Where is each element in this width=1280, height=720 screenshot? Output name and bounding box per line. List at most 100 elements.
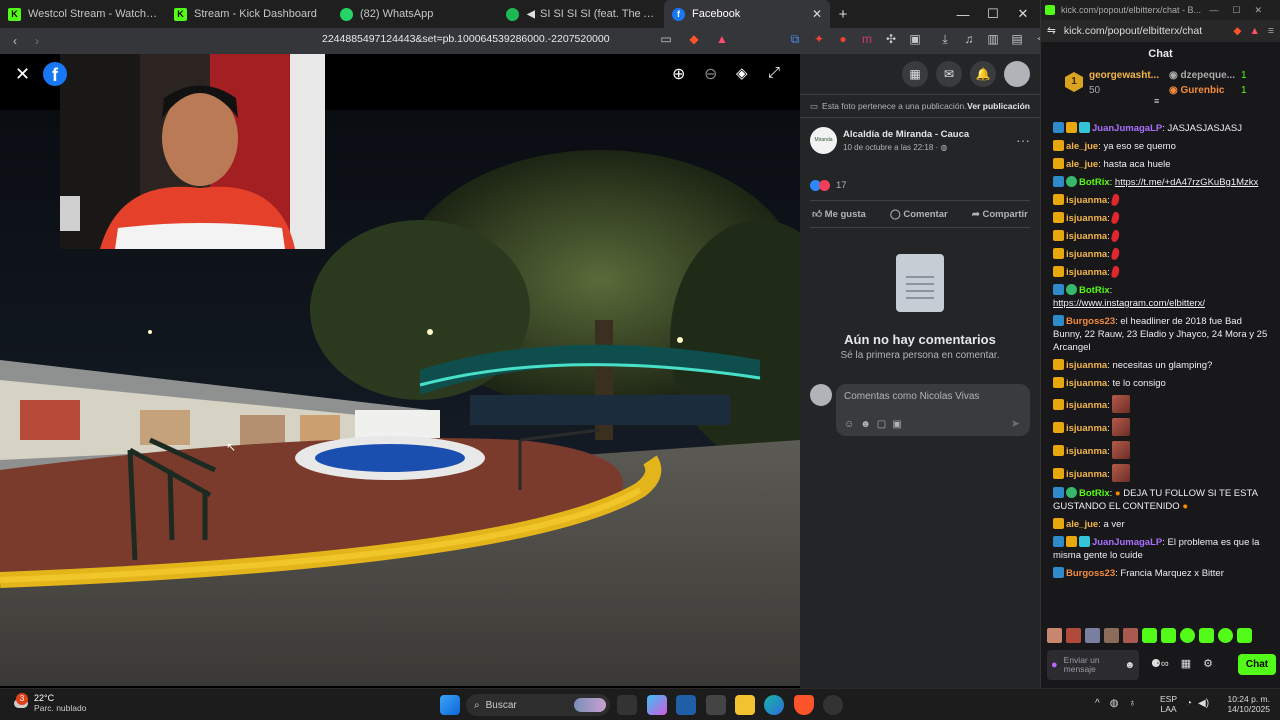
store-icon[interactable]: ▦	[1181, 657, 1191, 670]
chat-username[interactable]: JuanJumagaLP	[1092, 123, 1162, 134]
reactions-row[interactable]: 17	[800, 170, 1040, 200]
task-view-icon[interactable]	[617, 695, 637, 715]
zoom-in-icon[interactable]: ⊕	[672, 64, 692, 84]
chat-username[interactable]: isjuanma	[1066, 400, 1107, 411]
weather-widget[interactable]: 3 22°C Parc. nublado	[10, 693, 86, 713]
tab-facebook[interactable]: f Facebook ✕	[664, 0, 830, 28]
edge-icon[interactable]	[764, 695, 784, 715]
brave-rewards-icon[interactable]: ▲	[1249, 25, 1259, 37]
filter-icon[interactable]: ≡	[1154, 96, 1159, 106]
tab-spotify[interactable]: ◀ SI SI SI SI (feat. The Academy: Se	[498, 0, 664, 28]
profile-avatar[interactable]	[1004, 61, 1030, 87]
close-window-icon[interactable]: ✕	[1008, 6, 1038, 22]
messenger-icon[interactable]: ✉	[936, 61, 962, 87]
extension-icon[interactable]: m	[856, 32, 878, 47]
copilot-icon[interactable]	[647, 695, 667, 715]
fullscreen-icon[interactable]: ⤢	[768, 64, 788, 84]
new-tab-button[interactable]: +	[830, 0, 856, 28]
chat-username[interactable]: BotRix	[1079, 285, 1110, 296]
chat-username[interactable]: isjuanma	[1066, 249, 1107, 260]
page-avatar[interactable]: Miranda	[810, 126, 837, 154]
chat-username[interactable]: ale_jue	[1066, 141, 1098, 152]
chat-username[interactable]: ale_jue	[1066, 519, 1098, 530]
chat-username[interactable]: isjuanma	[1066, 267, 1107, 278]
post-date[interactable]: 10 de octubre a las 22:18 ·	[843, 143, 938, 152]
kick-emote-icon[interactable]	[1180, 628, 1195, 643]
chat-link[interactable]: https://t.me/+dA47rzGKuBg1Mzkx	[1115, 177, 1258, 188]
reader-icon[interactable]: ▣	[904, 32, 926, 47]
brave-shield-icon[interactable]: ◆	[1233, 25, 1241, 37]
chevron-up-icon[interactable]: ^	[1095, 698, 1100, 709]
menu-grid-icon[interactable]: ▦	[902, 61, 928, 87]
emote-icon[interactable]	[1104, 628, 1119, 643]
avatar-sticker-icon[interactable]: ☺	[844, 419, 854, 430]
microphone-icon[interactable]: ●	[1051, 659, 1058, 671]
chat-username[interactable]: isjuanma	[1066, 469, 1107, 480]
tab-kick-dashboard[interactable]: K Stream - Kick Dashboard	[166, 0, 332, 28]
popout-url[interactable]: kick.com/popout/elbitterx/chat	[1064, 25, 1202, 37]
leader-name[interactable]: georgewasht...	[1089, 70, 1159, 81]
emote-icon[interactable]	[1123, 628, 1138, 643]
kick-emote-icon[interactable]	[1237, 628, 1252, 643]
emote-icon[interactable]	[1047, 628, 1062, 643]
maximize-icon[interactable]: ☐	[978, 6, 1008, 22]
music-icon[interactable]: ♫	[958, 32, 980, 47]
send-chat-button[interactable]: Chat	[1238, 654, 1276, 675]
kick-emote-icon[interactable]	[1142, 628, 1157, 643]
chat-username[interactable]: isjuanma	[1066, 213, 1107, 224]
facebook-logo-icon[interactable]: f	[43, 62, 67, 86]
store-icon[interactable]	[676, 695, 696, 715]
more-options-icon[interactable]: ···	[1016, 132, 1030, 148]
close-viewer-icon[interactable]: ✕	[15, 64, 30, 85]
kick-emote-icon[interactable]	[1161, 628, 1176, 643]
tag-icon[interactable]: ◈	[736, 64, 756, 84]
gif-icon[interactable]: ▢	[877, 419, 886, 430]
leader-entry[interactable]: ◉ dzepeque...	[1169, 70, 1235, 81]
comment-button[interactable]: ◯ Comentar	[890, 209, 948, 220]
volume-icon[interactable]: ◀)	[1198, 698, 1209, 709]
speaker-icon[interactable]: ◀	[526, 8, 536, 21]
chat-username[interactable]: isjuanma	[1066, 378, 1107, 389]
microphone-icon[interactable]: ♁	[1128, 698, 1136, 709]
translate-icon[interactable]: ⧉	[784, 32, 806, 47]
chat-username[interactable]: JuanJumagaLP	[1092, 537, 1162, 548]
file-explorer-icon[interactable]	[735, 695, 755, 715]
taskbar-search[interactable]: ⌕ Buscar	[466, 694, 610, 716]
emote-icon[interactable]	[1066, 628, 1081, 643]
comment-input[interactable]: Comentas como Nicolas Vivas ☺ ☻ ▢ ▣ ➤	[836, 384, 1030, 436]
message-input[interactable]: ● Enviar un mensaje ☻	[1047, 650, 1139, 680]
emoji-icon[interactable]: ☻	[860, 419, 871, 430]
chat-username[interactable]: BotRix	[1079, 488, 1110, 499]
cast-icon[interactable]: ▭	[655, 32, 677, 46]
chat-username[interactable]: isjuanma	[1066, 360, 1107, 371]
obs-icon[interactable]	[823, 695, 843, 715]
forward-icon[interactable]: ›	[26, 34, 48, 48]
kick-emote-icon[interactable]	[1199, 628, 1214, 643]
site-settings-icon[interactable]: ⇋	[1047, 25, 1056, 37]
kick-emote-icon[interactable]	[1218, 628, 1233, 643]
close-tab-icon[interactable]: ✕	[812, 7, 822, 21]
wifi-icon[interactable]: ◔	[1186, 698, 1192, 709]
chat-username[interactable]: Burgoss23	[1066, 568, 1115, 579]
popout-window-controls[interactable]: —☐✕	[1209, 5, 1276, 16]
menu-icon[interactable]: ≡	[1268, 25, 1274, 37]
chat-username[interactable]: Burgoss23	[1066, 316, 1115, 327]
windows-start-icon[interactable]	[440, 695, 460, 715]
leader-entry[interactable]: ◉ Gurenbic	[1169, 85, 1224, 96]
sticker-icon[interactable]: ▣	[892, 419, 901, 430]
view-post-link[interactable]: Ver publicación	[967, 101, 1030, 111]
language-indicator[interactable]: ESP LAA	[1160, 694, 1177, 714]
extension-icon[interactable]: ✦	[808, 32, 830, 47]
puzzle-icon[interactable]: ✣	[880, 32, 902, 47]
back-icon[interactable]: ‹	[4, 34, 26, 48]
brave-rewards-icon[interactable]: ▲	[711, 32, 733, 46]
network-icon[interactable]: ◍	[1110, 698, 1119, 709]
page-name[interactable]: Alcaldía de Miranda - Cauca	[843, 129, 969, 140]
download-icon[interactable]: ⤓	[934, 32, 956, 47]
sidebar-icon[interactable]: ▥	[982, 32, 1004, 47]
notifications-icon[interactable]: 🔔	[970, 61, 996, 87]
chat-username[interactable]: isjuanma	[1066, 195, 1107, 206]
chat-username[interactable]: isjuanma	[1066, 423, 1107, 434]
wallet-icon[interactable]: ▤	[1006, 32, 1028, 47]
send-icon[interactable]: ➤	[1011, 417, 1020, 430]
